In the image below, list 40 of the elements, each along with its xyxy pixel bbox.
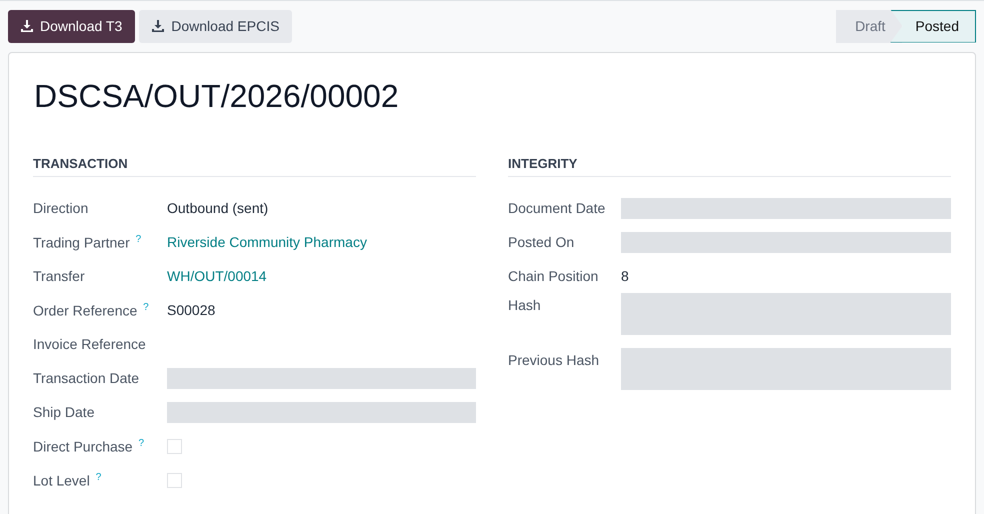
status-stage[interactable]: Draft xyxy=(836,10,902,42)
status-stage[interactable]: Posted xyxy=(890,10,976,42)
field-label: Lot Level xyxy=(33,472,90,488)
input-field[interactable] xyxy=(167,402,476,422)
download-icon xyxy=(152,20,164,32)
record-link[interactable]: WH/OUT/00014 xyxy=(167,268,267,284)
field-label: Direction xyxy=(33,200,88,216)
input-field[interactable] xyxy=(621,348,951,390)
input-field[interactable] xyxy=(167,368,476,388)
download-button[interactable]: Download EPCIS xyxy=(139,10,292,42)
field-label: Ship Date xyxy=(33,404,94,420)
download-icon xyxy=(21,20,33,32)
field-label: Transaction Date xyxy=(33,370,140,386)
field-label: Order Reference xyxy=(33,302,138,318)
help-tooltip[interactable]: ? xyxy=(96,472,102,483)
record-title: DSCSA/OUT/2026/00002 xyxy=(34,78,400,114)
input-field[interactable] xyxy=(621,198,951,218)
checkbox[interactable] xyxy=(167,472,182,488)
record-link[interactable]: Riverside Community Pharmacy xyxy=(167,234,367,250)
input-field[interactable] xyxy=(621,232,951,252)
field-label: Chain Position xyxy=(508,268,598,284)
checkbox[interactable] xyxy=(167,438,182,454)
input-field[interactable] xyxy=(621,293,951,335)
section-heading: INTEGRITY xyxy=(508,156,578,171)
field-label: Previous Hash xyxy=(508,352,600,368)
field-label: Posted On xyxy=(508,234,574,250)
field-label: Trading Partner xyxy=(33,234,130,250)
section-heading: TRANSACTION xyxy=(33,156,128,171)
field-value: 8 xyxy=(621,268,629,284)
field-label: Invoice Reference xyxy=(33,336,146,352)
help-tooltip[interactable]: ? xyxy=(138,438,144,449)
field-value: Outbound (sent) xyxy=(167,200,268,216)
field-label: Transfer xyxy=(33,268,85,284)
help-tooltip[interactable]: ? xyxy=(143,302,149,313)
download-button[interactable]: Download T3 xyxy=(8,10,136,42)
field-label: Hash xyxy=(508,297,541,313)
field-value: S00028 xyxy=(167,302,216,318)
field-label: Direct Purchase xyxy=(33,438,133,454)
help-tooltip[interactable]: ? xyxy=(136,234,142,245)
field-label: Document Date xyxy=(508,200,606,216)
